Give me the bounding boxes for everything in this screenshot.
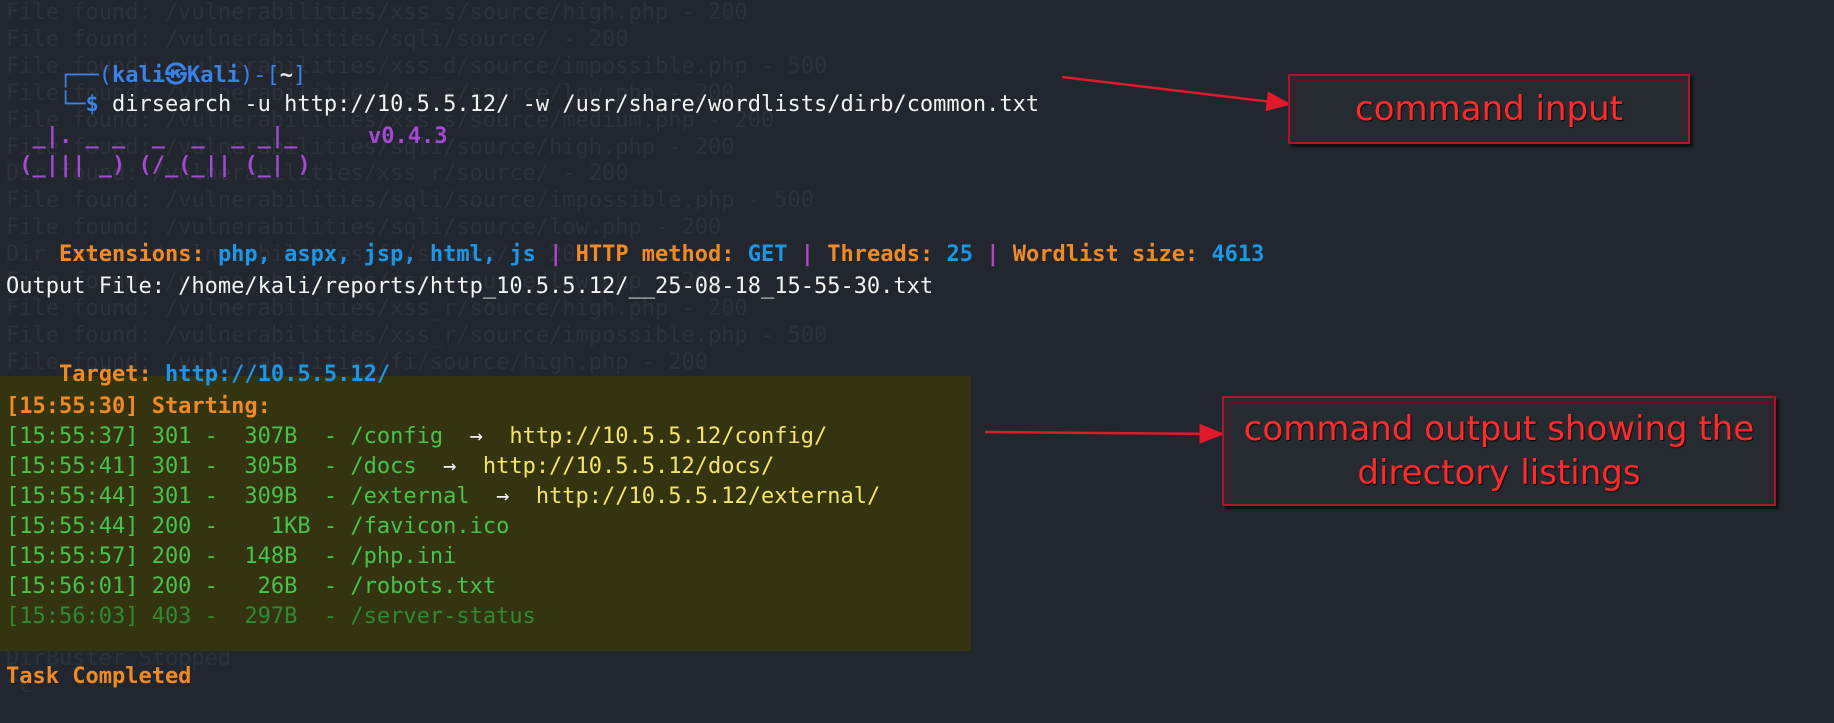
- callout-command-output: command output showing the directory lis…: [1222, 396, 1776, 506]
- arrow-to-command: [1061, 75, 1292, 112]
- arrow-to-output: [984, 423, 1225, 444]
- callout-command-input: command input: [1288, 74, 1690, 144]
